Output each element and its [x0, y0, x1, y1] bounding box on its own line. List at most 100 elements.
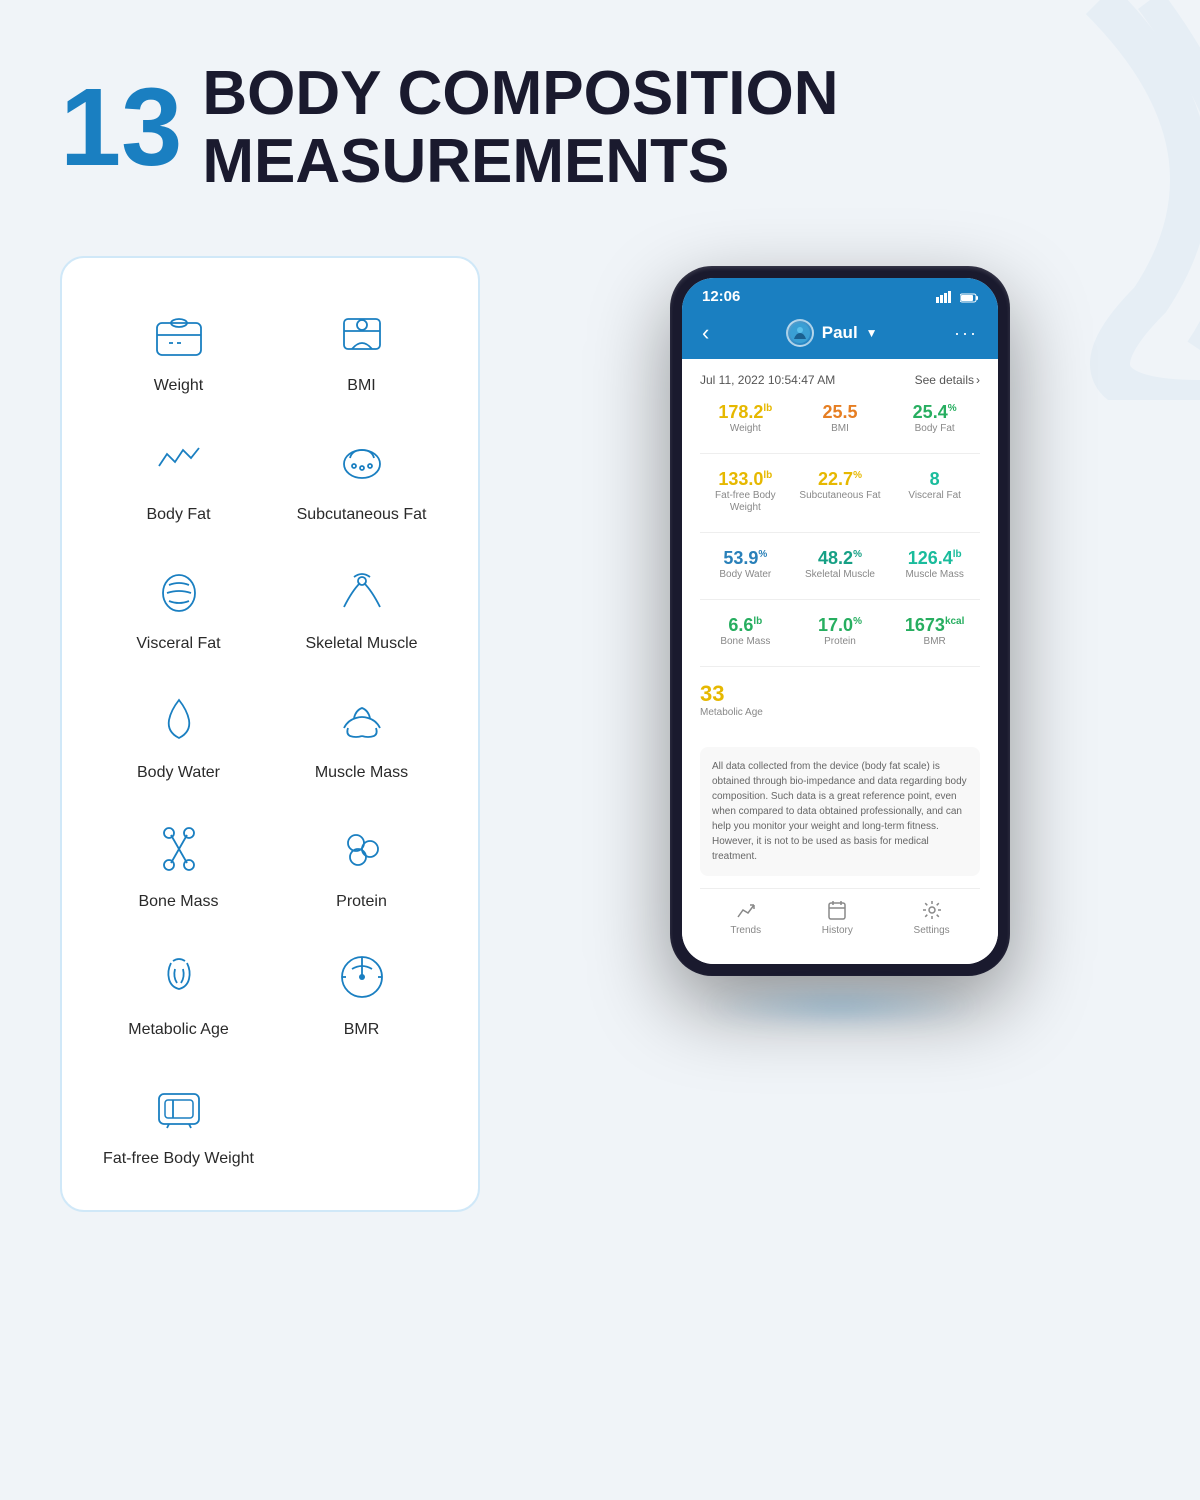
muscle-mass-label: Muscle Mass: [315, 763, 408, 784]
skeletal-muscle-metric-label: Skeletal Muscle: [805, 569, 875, 581]
metric-muscle-mass: 126.4lb Muscle Mass: [889, 549, 980, 581]
metric-bmi: 25.5 BMI: [795, 403, 886, 435]
metric-visceral: 8 Visceral Fat: [889, 470, 980, 514]
bone-mass-value: 6.6lb: [728, 616, 762, 634]
bmr-icon: [327, 942, 397, 1012]
user-name: Paul: [822, 323, 858, 343]
bone-mass-icon: [144, 814, 214, 884]
measurement-muscle-mass: Muscle Mass: [275, 685, 448, 784]
metric-body-water: 53.9% Body Water: [700, 549, 791, 581]
phone-content: Jul 11, 2022 10:54:47 AM See details ›: [682, 359, 998, 964]
visceral-fat-icon: [144, 556, 214, 626]
phone-mockup: 12:06 ‹: [670, 266, 1010, 976]
body-water-label: Body Water: [137, 763, 220, 784]
subcutaneous-fat-label: Subcutaneous Fat: [297, 505, 427, 526]
header: 13 BODY COMPOSITION MEASUREMENTS: [0, 0, 1200, 236]
fat-free-label: Fat-free Body Weight: [103, 1149, 254, 1170]
phone-status-icons: [936, 291, 978, 303]
skeletal-muscle-icon: [327, 556, 397, 626]
visceral-fat-label: Visceral Fat: [136, 634, 220, 655]
measurement-subcutaneous-fat: Subcutaneous Fat: [275, 427, 448, 526]
measurement-body-water: Body Water: [92, 685, 265, 784]
body-water-value: 53.9%: [723, 549, 767, 567]
nav-title: Paul ▼: [786, 319, 878, 347]
muscle-mass-value: 126.4lb: [908, 549, 962, 567]
skeletal-muscle-label: Skeletal Muscle: [305, 634, 417, 655]
measurements-grid: Weight BMI Body Fat: [92, 298, 448, 1170]
more-options-button[interactable]: ···: [954, 323, 978, 344]
subcutaneous-metric-label: Subcutaneous Fat: [799, 490, 880, 502]
measurement-metabolic-age: Metabolic Age: [92, 942, 265, 1041]
metabolic-age-value: 33: [700, 683, 724, 705]
measurement-protein: Protein: [275, 814, 448, 913]
back-button[interactable]: ‹: [702, 320, 709, 346]
metric-protein: 17.0% Protein: [795, 616, 886, 648]
muscle-mass-icon: [327, 685, 397, 755]
body-water-metric-label: Body Water: [719, 569, 771, 581]
phone-date-row: Jul 11, 2022 10:54:47 AM See details ›: [700, 373, 980, 387]
metric-fat-free-weight: 133.0lb Fat-free Body Weight: [700, 470, 791, 514]
protein-label: Protein: [336, 892, 387, 913]
metric-weight: 178.2lb Weight: [700, 403, 791, 435]
phone-navbar: ‹ Paul ▼ ···: [682, 311, 998, 359]
measurement-weight: Weight: [92, 298, 265, 397]
measurement-date: Jul 11, 2022 10:54:47 AM: [700, 373, 835, 387]
nav-settings[interactable]: Settings: [914, 899, 950, 936]
skeletal-muscle-value: 48.2%: [818, 549, 862, 567]
metrics-row-2: 133.0lb Fat-free Body Weight 22.7% Subcu…: [700, 470, 980, 514]
visceral-value: 8: [930, 470, 940, 488]
phone-bottom-nav: Trends History Settings: [700, 888, 980, 950]
nav-trends[interactable]: Trends: [730, 899, 761, 936]
weight-metric-label: Weight: [730, 423, 761, 435]
phone-status-bar: 12:06: [682, 278, 998, 311]
nav-history[interactable]: History: [822, 899, 853, 936]
metric-bmr: 1673kcal BMR: [889, 616, 980, 648]
phone-screen: 12:06 ‹: [682, 278, 998, 964]
body-fat-metric-label: Body Fat: [915, 423, 955, 435]
metabolic-age-metric-label: Metabolic Age: [700, 707, 763, 719]
phone-time: 12:06: [702, 288, 740, 305]
protein-icon: [327, 814, 397, 884]
bmi-label: BMI: [347, 376, 375, 397]
metrics-row-3: 53.9% Body Water 48.2% Skeletal Muscle 1…: [700, 549, 980, 581]
metric-metabolic-age: 33 Metabolic Age: [700, 683, 763, 719]
protein-metric-label: Protein: [824, 636, 856, 648]
metric-skeletal-muscle: 48.2% Skeletal Muscle: [795, 549, 886, 581]
measurements-panel: Weight BMI Body Fat: [60, 256, 480, 1212]
bone-mass-label: Bone Mass: [138, 892, 218, 913]
bmi-value: 25.5: [822, 403, 857, 421]
measurement-skeletal-muscle: Skeletal Muscle: [275, 556, 448, 655]
fat-free-icon: [144, 1071, 214, 1141]
metric-body-fat: 25.4% Body Fat: [889, 403, 980, 435]
header-number: 13: [60, 73, 182, 183]
body-fat-value: 25.4%: [913, 403, 957, 421]
protein-value: 17.0%: [818, 616, 862, 634]
measurement-body-fat: Body Fat: [92, 427, 265, 526]
phone-disclaimer: All data collected from the device (body…: [700, 747, 980, 876]
measurement-bone-mass: Bone Mass: [92, 814, 265, 913]
fat-free-weight-metric-label: Fat-free Body Weight: [700, 490, 791, 514]
body-fat-icon: [144, 427, 214, 497]
header-line2: MEASUREMENTS: [202, 128, 838, 196]
metrics-row-4: 6.6lb Bone Mass 17.0% Protein 1673kcal B…: [700, 616, 980, 648]
measurement-bmr: BMR: [275, 942, 448, 1041]
subcutaneous-value: 22.7%: [818, 470, 862, 488]
bmr-metric-label: BMR: [924, 636, 946, 648]
header-line1: BODY COMPOSITION: [202, 60, 838, 128]
header-text: BODY COMPOSITION MEASUREMENTS: [202, 60, 838, 196]
user-avatar: [786, 319, 814, 347]
subcutaneous-fat-icon: [327, 427, 397, 497]
see-details-button[interactable]: See details ›: [915, 373, 980, 387]
bmi-icon: [327, 298, 397, 368]
measurement-bmi: BMI: [275, 298, 448, 397]
phone-container: 12:06 ‹: [520, 256, 1160, 976]
metrics-row-1: 178.2lb Weight 25.5 BMI 25.4% Body Fat: [700, 403, 980, 435]
bmr-label: BMR: [344, 1020, 380, 1041]
measurement-fat-free: Fat-free Body Weight: [92, 1071, 265, 1170]
metabolic-age-icon: [144, 942, 214, 1012]
metabolic-age-row: 33 Metabolic Age: [700, 683, 980, 733]
metric-bone-mass: 6.6lb Bone Mass: [700, 616, 791, 648]
fat-free-weight-value: 133.0lb: [718, 470, 772, 488]
metric-subcutaneous: 22.7% Subcutaneous Fat: [795, 470, 886, 514]
muscle-mass-metric-label: Muscle Mass: [905, 569, 963, 581]
